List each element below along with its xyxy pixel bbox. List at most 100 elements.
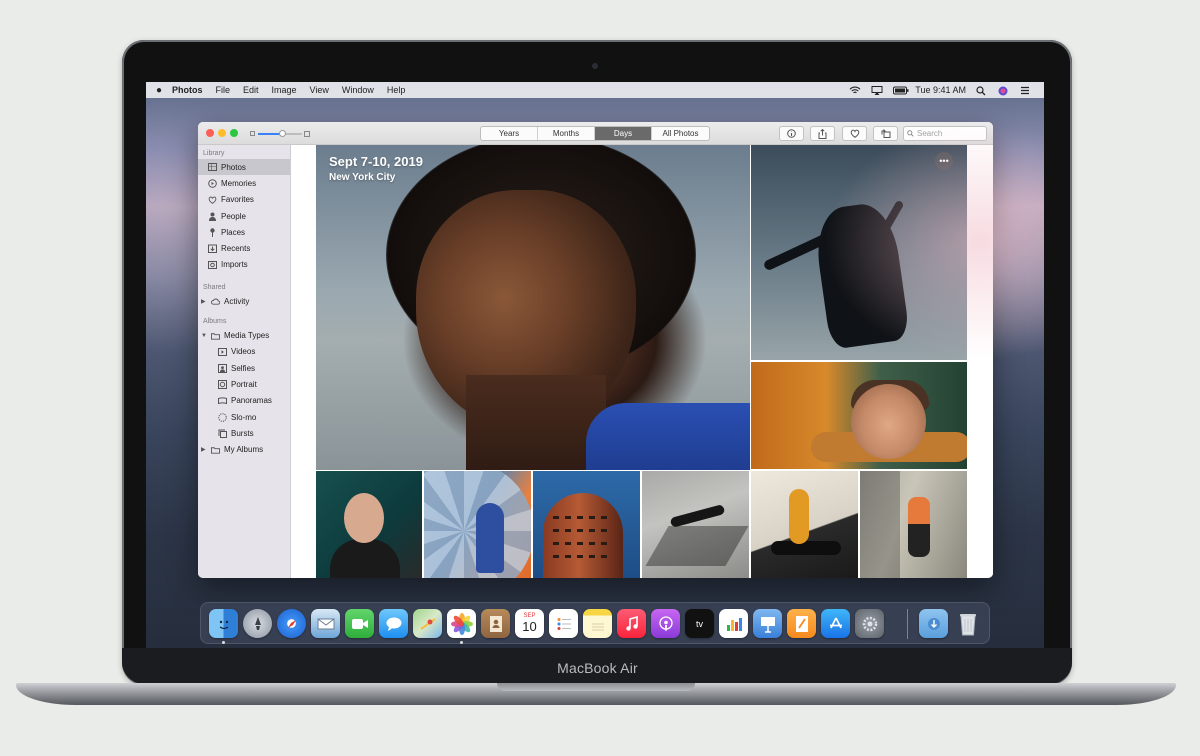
sidebar-section-library: Library: [203, 150, 225, 157]
siri-icon[interactable]: [998, 86, 1010, 95]
search-field[interactable]: [903, 126, 987, 141]
rotate-button[interactable]: [873, 126, 898, 141]
sidebar-item-panoramas[interactable]: Panoramas: [198, 393, 290, 409]
title-bar: Years Months Days All Photos: [198, 122, 993, 145]
slomo-icon: [218, 412, 227, 422]
share-button[interactable]: [810, 126, 835, 141]
disclosure-down-icon[interactable]: ▼: [201, 333, 207, 339]
tab-all-photos[interactable]: All Photos: [652, 127, 709, 140]
tab-months[interactable]: Months: [538, 127, 595, 140]
sidebar-item-videos[interactable]: Videos: [198, 344, 290, 360]
search-icon: [907, 130, 914, 137]
reminders-icon[interactable]: [549, 609, 578, 638]
sidebar-item-my-albums[interactable]: ▶ My Albums: [198, 441, 290, 457]
sidebar-item-selfies[interactable]: Selfies: [198, 360, 290, 376]
contacts-icon[interactable]: [481, 609, 510, 638]
app-store-icon[interactable]: [821, 609, 850, 638]
day-location[interactable]: New York City: [329, 172, 395, 183]
sidebar-item-media-types[interactable]: ▼ Media Types: [198, 327, 290, 343]
podcasts-icon[interactable]: [651, 609, 680, 638]
maps-icon[interactable]: [413, 609, 442, 638]
zoom-slider[interactable]: [250, 130, 310, 137]
finder-icon[interactable]: [209, 609, 238, 638]
heart-icon: [208, 195, 217, 204]
sidebar-item-imports[interactable]: Imports: [198, 257, 290, 273]
sidebar-item-label: Media Types: [224, 331, 270, 341]
apple-menu-icon[interactable]: ●: [146, 85, 172, 96]
downloads-folder-icon[interactable]: [919, 609, 948, 638]
sidebar-item-label: Bursts: [231, 428, 254, 438]
sidebar-item-portrait[interactable]: Portrait: [198, 376, 290, 392]
menu-view[interactable]: View: [310, 85, 329, 95]
tab-years[interactable]: Years: [481, 127, 538, 140]
sidebar-item-label: Slo-mo: [231, 412, 257, 422]
safari-icon[interactable]: [277, 609, 306, 638]
photo-building[interactable]: [533, 471, 640, 578]
sidebar-section-albums: Albums: [203, 318, 227, 326]
menu-image[interactable]: Image: [272, 85, 297, 95]
sidebar-item-photos[interactable]: Photos: [198, 159, 290, 176]
system-preferences-icon[interactable]: [855, 609, 884, 638]
photos-window: Years Months Days All Photos Search Libr…: [198, 122, 993, 578]
menu-window[interactable]: Window: [342, 85, 374, 95]
menu-clock[interactable]: Tue 9:41 AM: [915, 85, 966, 95]
notes-icon[interactable]: [583, 609, 612, 638]
close-button[interactable]: [206, 129, 214, 137]
control-list-icon[interactable]: [1020, 86, 1032, 95]
sidebar-item-places[interactable]: Places: [198, 224, 290, 240]
launchpad-icon[interactable]: [243, 609, 272, 638]
photo-hero-portrait[interactable]: Sept 7-10, 2019 New York City: [316, 145, 750, 470]
photo-umbrella[interactable]: [424, 471, 531, 578]
sidebar-item-favorites[interactable]: Favorites: [198, 192, 290, 208]
sidebar-item-memories[interactable]: Memories: [198, 175, 290, 191]
folder-icon: [211, 445, 220, 454]
photo-walking-man[interactable]: [860, 471, 967, 578]
folder-icon: [211, 331, 220, 340]
sidebar-item-bursts[interactable]: Bursts: [198, 425, 290, 441]
disclosure-right-icon[interactable]: ▶: [201, 298, 207, 305]
photo-resting-boy[interactable]: [751, 362, 967, 469]
bursts-icon: [218, 429, 227, 438]
sidebar-section-shared: Shared: [203, 284, 226, 292]
sidebar-item-slo-mo[interactable]: Slo-mo: [198, 409, 290, 425]
spotlight-icon[interactable]: [976, 85, 988, 95]
search-input[interactable]: [917, 129, 983, 138]
minimize-button[interactable]: [218, 129, 226, 137]
share-icon: [818, 128, 827, 139]
messages-icon[interactable]: [379, 609, 408, 638]
more-options-button[interactable]: •••: [935, 152, 953, 170]
sidebar-item-activity[interactable]: ▶ Activity: [198, 293, 290, 309]
fullscreen-button[interactable]: [230, 129, 238, 137]
running-indicator: [222, 641, 225, 644]
photos-icon[interactable]: [447, 609, 476, 638]
favorite-button[interactable]: [842, 126, 867, 141]
airplay-icon[interactable]: [871, 85, 883, 95]
keynote-icon[interactable]: [753, 609, 782, 638]
info-button[interactable]: [779, 126, 804, 141]
tab-days[interactable]: Days: [595, 127, 652, 140]
pages-icon[interactable]: [787, 609, 816, 638]
wifi-icon[interactable]: [849, 86, 861, 95]
trash-icon[interactable]: [953, 609, 982, 638]
photo-jumping-person[interactable]: [751, 145, 967, 360]
photo-teal-portrait[interactable]: [316, 471, 422, 578]
menu-edit[interactable]: Edit: [243, 85, 259, 95]
numbers-icon[interactable]: [719, 609, 748, 638]
zoom-knob[interactable]: [278, 130, 286, 137]
music-icon[interactable]: [617, 609, 646, 638]
menu-help[interactable]: Help: [387, 85, 406, 95]
photo-basketball[interactable]: [751, 471, 858, 578]
tv-icon[interactable]: tv: [685, 609, 714, 638]
sidebar-item-people[interactable]: People: [198, 208, 290, 224]
menu-app-name[interactable]: Photos: [172, 85, 203, 95]
dock: SEP 10 tv: [200, 602, 990, 644]
photo-skateboard[interactable]: [642, 471, 749, 578]
sidebar-item-recents[interactable]: Recents: [198, 240, 290, 256]
disclosure-right-icon[interactable]: ▶: [201, 446, 207, 453]
calendar-day: 10: [522, 619, 537, 634]
menu-file[interactable]: File: [216, 85, 231, 95]
mail-icon[interactable]: [311, 609, 340, 638]
calendar-icon[interactable]: SEP 10: [515, 609, 544, 638]
battery-icon[interactable]: [893, 86, 909, 95]
facetime-icon[interactable]: [345, 609, 374, 638]
